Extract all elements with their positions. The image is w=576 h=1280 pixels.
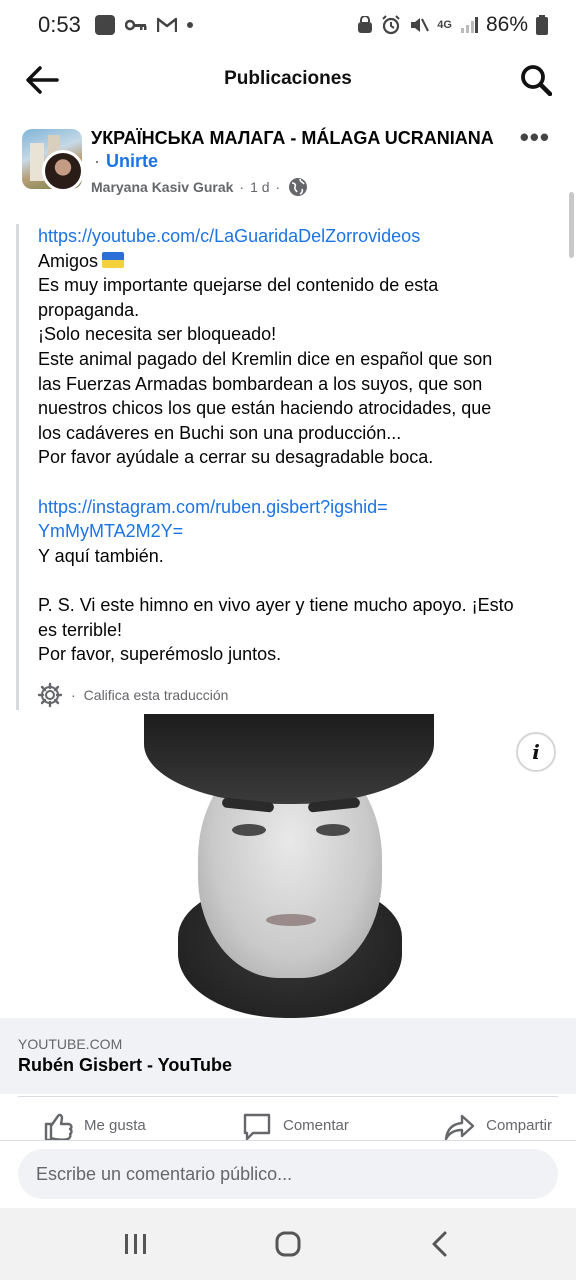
post-line: los cadáveres en Buchi son una producció…: [38, 422, 402, 443]
signal-icon: [460, 17, 478, 33]
instagram-link-part2[interactable]: YmMyMTA2M2Y=: [38, 519, 546, 544]
instagram-link-part1[interactable]: https://instagram.com/ruben.gisbert?igsh…: [38, 495, 546, 520]
thumbs-up-icon: [44, 1113, 73, 1140]
network-4g-icon: 4G: [437, 19, 452, 31]
gmail-icon: [156, 17, 177, 33]
action-bar: Me gusta Comentar Compartir: [18, 1096, 558, 1140]
system-nav-bar: [0, 1208, 576, 1280]
status-left: 0:53: [38, 12, 193, 38]
globe-icon: [288, 177, 308, 197]
post-line: Y aquí también.: [38, 545, 164, 566]
gear-icon[interactable]: [37, 682, 63, 708]
key-icon: [124, 18, 147, 32]
battery-icon: [536, 15, 548, 35]
preview-domain: YOUTUBE.COM: [18, 1036, 123, 1052]
like-label: Me gusta: [84, 1117, 146, 1134]
mute-icon: [409, 16, 430, 34]
post-body: https://youtube.com/c/LaGuaridaDelZorrov…: [16, 224, 546, 710]
recent-apps-button[interactable]: [106, 1214, 166, 1274]
author-avatar[interactable]: [42, 150, 84, 192]
post-text: https://youtube.com/c/LaGuaridaDelZorrov…: [38, 224, 546, 667]
comment-label: Comentar: [282, 1117, 349, 1134]
profile-photo: [138, 714, 440, 1018]
alarm-icon: [381, 15, 401, 35]
post-line: nuestros chicos los que están haciendo a…: [38, 398, 492, 419]
comment-icon: [243, 1113, 271, 1140]
photo-hair-shape: [144, 714, 434, 804]
home-button[interactable]: [258, 1214, 318, 1274]
separator-dot: ·: [239, 179, 245, 195]
arrow-left-icon: [26, 66, 59, 94]
ukraine-flag-icon: [102, 251, 125, 268]
comment-input[interactable]: [18, 1149, 558, 1199]
more-horizontal-icon: •••: [519, 122, 550, 152]
post-line: es terrible!: [38, 619, 123, 640]
network-label: 4G: [437, 19, 452, 31]
group-name[interactable]: УКРАЇНСЬКА МАЛАГА - MÁLAGA UCRANIANA: [91, 128, 494, 149]
post-line: ¡Solo necesita ser bloqueado!: [38, 324, 277, 345]
join-button[interactable]: Unirte: [106, 151, 158, 171]
separator-dot: ·: [275, 179, 281, 195]
back-button[interactable]: [20, 60, 64, 100]
translation-row: · Califica esta traducción: [37, 682, 228, 708]
photo-lips-shape: [266, 914, 316, 926]
post-line: Es muy importante quejarse del contenido…: [38, 275, 439, 296]
app-header: Publicaciones: [0, 50, 576, 108]
like-button[interactable]: Me gusta: [42, 1111, 146, 1140]
share-label: Compartir: [486, 1117, 552, 1134]
photo-eye-shape: [232, 824, 266, 836]
rate-translation-link[interactable]: Califica esta traducción: [84, 687, 229, 703]
link-preview-image[interactable]: [0, 714, 576, 1018]
scrollbar[interactable]: [569, 192, 574, 258]
share-icon: [444, 1114, 475, 1140]
post-line: propaganda.: [38, 299, 140, 320]
system-back-button[interactable]: [410, 1214, 470, 1274]
post-line: Amigos: [38, 249, 546, 274]
post-line: Por favor ayúdale a cerrar su desagradab…: [38, 447, 434, 468]
status-time: 0:53: [38, 12, 81, 37]
recycle-lock-icon: [357, 16, 373, 34]
home-icon: [275, 1231, 301, 1257]
info-icon: i: [532, 740, 540, 764]
status-right: 4G 86%: [357, 13, 548, 37]
info-button[interactable]: i: [516, 732, 556, 772]
preview-title: Rubén Gisbert - YouTube: [18, 1055, 233, 1075]
post-line: las Fuerzas Armadas bombardean a los suy…: [38, 373, 483, 394]
author-name[interactable]: Maryana Kasiv Gurak: [91, 179, 233, 195]
more-options-button[interactable]: •••: [520, 124, 550, 150]
search-button[interactable]: [516, 60, 556, 100]
comment-button[interactable]: Comentar: [241, 1111, 349, 1140]
search-icon: [521, 65, 552, 96]
photo-eye-shape: [316, 824, 350, 836]
join-line: · Unirte: [94, 151, 159, 171]
app-notification-icon: [94, 15, 115, 35]
post-time[interactable]: 1 d: [250, 179, 269, 195]
post-line: Por favor, superémoslo juntos.: [38, 644, 282, 665]
page-title: Publicaciones: [224, 68, 352, 89]
share-button[interactable]: Compartir: [444, 1111, 552, 1140]
post-line: P. S. Vi este himno en vivo ayer y tiene…: [38, 594, 514, 615]
notification-dot-icon: [186, 22, 193, 28]
post-header: УКРАЇНСЬКА МАЛАГА - MÁLAGA UCRANIANA · Un…: [0, 122, 576, 206]
link-preview-meta[interactable]: YOUTUBE.COM Rubén Gisbert - YouTube: [0, 1018, 576, 1094]
author-line: Maryana Kasiv Gurak · 1 d ·: [91, 177, 308, 197]
youtube-link[interactable]: https://youtube.com/c/LaGuaridaDelZorrov…: [38, 224, 546, 249]
status-bar: 0:53 4G 86%: [0, 0, 576, 50]
post-line: Este animal pagado del Kremlin dice en e…: [38, 348, 493, 369]
comment-composer: [0, 1140, 576, 1208]
separator-dot: ·: [71, 687, 76, 703]
battery-percent: 86%: [485, 13, 528, 36]
chevron-left-icon: [432, 1231, 447, 1257]
recent-apps-icon: [125, 1234, 146, 1254]
post-line-text: Amigos: [38, 250, 99, 271]
